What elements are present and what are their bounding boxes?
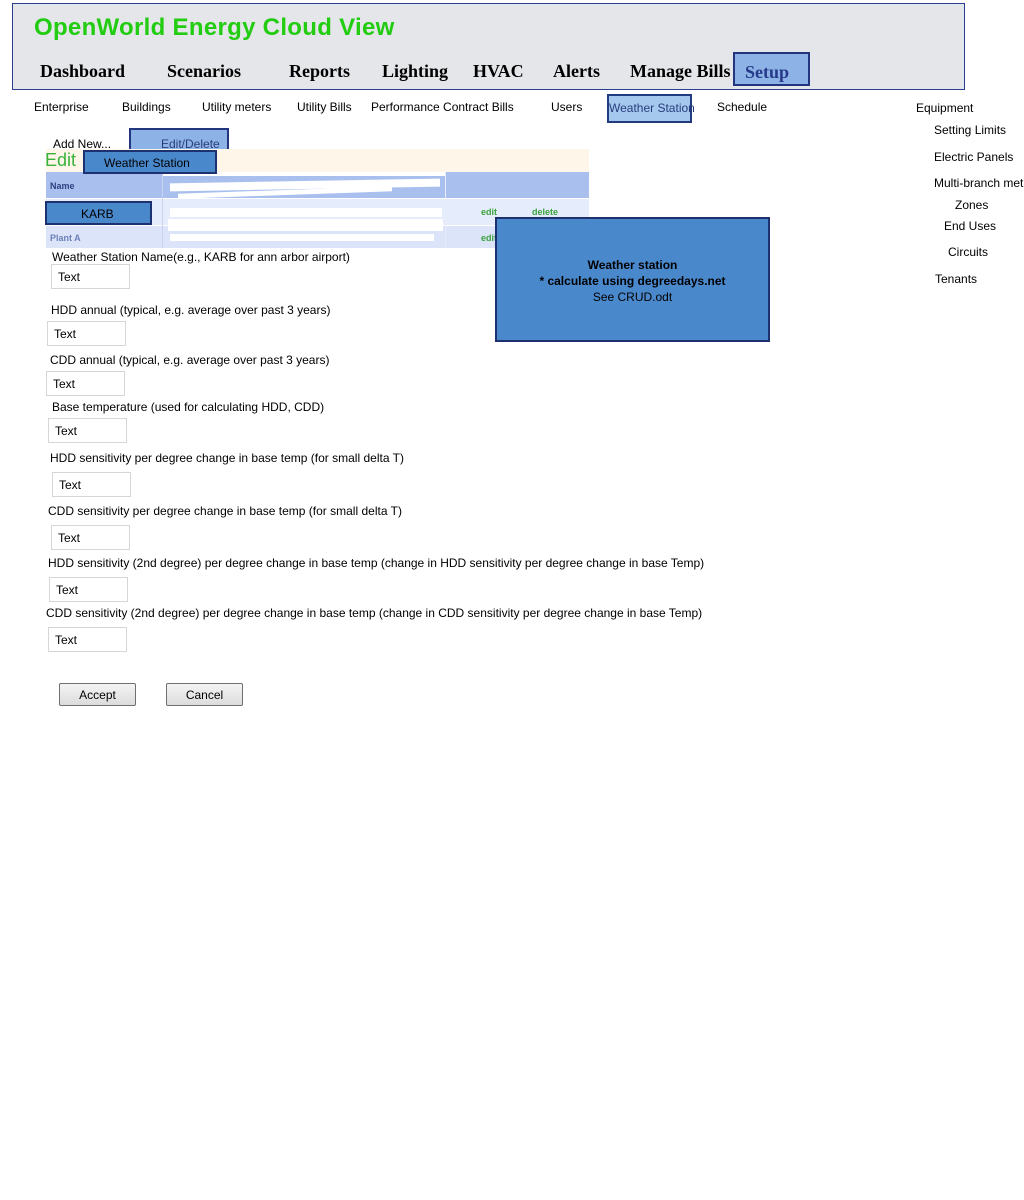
nav-setup[interactable]: Setup xyxy=(733,52,810,86)
edit-heading: Edit xyxy=(45,150,77,170)
base-temp-input[interactable] xyxy=(48,418,127,443)
subnav-users[interactable]: Users xyxy=(551,100,582,114)
side-item-end-uses[interactable]: End Uses xyxy=(944,219,996,233)
subnav-enterprise[interactable]: Enterprise xyxy=(34,100,89,114)
hdd-sensitivity-2nd-input[interactable] xyxy=(49,577,128,602)
grid-column-divider xyxy=(445,172,446,248)
nav-setup-label: Setup xyxy=(745,62,790,82)
cdd-sensitivity-2nd-input[interactable] xyxy=(48,627,127,652)
side-item-equipment[interactable]: Equipment xyxy=(916,101,973,115)
weather-station-chip: Weather Station xyxy=(83,150,217,174)
cdd-annual-input[interactable] xyxy=(46,371,125,396)
nav-hvac[interactable]: HVAC xyxy=(473,61,524,82)
note-line: * calculate using degreedays.net xyxy=(539,274,726,288)
row-edit-link[interactable]: edit xyxy=(481,207,497,217)
note-title: Weather station xyxy=(587,258,678,272)
nav-scenarios[interactable]: Scenarios xyxy=(167,61,241,82)
karb-chip-label: KARB xyxy=(81,207,114,221)
cdd-sensitivity-input[interactable] xyxy=(51,525,130,550)
redaction-mark xyxy=(170,234,434,241)
side-item-multi-branch[interactable]: Multi-branch met xyxy=(934,176,1023,190)
station-name-input[interactable] xyxy=(51,264,130,289)
cdd-sensitivity-2nd-label: CDD sensitivity (2nd degree) per degree … xyxy=(46,606,703,620)
side-item-zones[interactable]: Zones xyxy=(955,198,988,212)
weather-station-note: Weather station * calculate using degree… xyxy=(495,217,770,342)
nav-dashboard[interactable]: Dashboard xyxy=(40,61,125,82)
cdd-sensitivity-label: CDD sensitivity per degree change in bas… xyxy=(48,504,402,518)
subnav-weather-station[interactable]: Weather Station xyxy=(607,94,695,123)
subnav-utility-meters[interactable]: Utility meters xyxy=(202,100,271,114)
nav-reports[interactable]: Reports xyxy=(289,61,350,82)
hdd-sensitivity-2nd-label: HDD sensitivity (2nd degree) per degree … xyxy=(48,556,705,570)
accept-button[interactable]: Accept xyxy=(59,683,136,706)
subnav-schedule[interactable]: Schedule xyxy=(717,100,767,114)
subnav-utility-bills[interactable]: Utility Bills xyxy=(297,100,352,114)
weather-station-chip-label: Weather Station xyxy=(104,156,190,170)
nav-lighting[interactable]: Lighting xyxy=(382,61,448,82)
base-temp-label: Base temperature (used for calculating H… xyxy=(52,400,325,414)
side-item-circuits[interactable]: Circuits xyxy=(948,245,988,259)
hdd-sensitivity-label: HDD sensitivity per degree change in bas… xyxy=(50,451,404,465)
cdd-annual-label: CDD annual (typical, e.g. average over p… xyxy=(50,353,330,367)
hdd-annual-label: HDD annual (typical, e.g. average over p… xyxy=(51,303,331,317)
station-name-label: Weather Station Name(e.g., KARB for ann … xyxy=(52,250,350,264)
redaction-mark xyxy=(168,219,443,231)
cancel-button[interactable]: Cancel xyxy=(166,683,243,706)
row-delete-link[interactable]: delete xyxy=(532,207,558,217)
side-item-setting-limits[interactable]: Setting Limits xyxy=(934,123,1006,137)
nav-manage-bills[interactable]: Manage Bills xyxy=(630,61,731,82)
grid-header-name: Name xyxy=(50,181,75,191)
karb-chip[interactable]: KARB xyxy=(45,201,152,225)
side-item-tenants[interactable]: Tenants xyxy=(935,272,977,286)
app-title: OpenWorld Energy Cloud View xyxy=(34,14,395,41)
grid-column-divider xyxy=(162,172,163,248)
subnav-weather-station-label: Weather Station xyxy=(609,101,695,115)
hdd-sensitivity-input[interactable] xyxy=(52,472,131,497)
side-item-electric-panels[interactable]: Electric Panels xyxy=(934,150,1013,164)
note-line: See CRUD.odt xyxy=(592,290,673,304)
row-name: Plant A xyxy=(50,233,81,243)
subnav-performance-contract-bills[interactable]: Performance Contract Bills xyxy=(371,100,514,114)
hdd-annual-input[interactable] xyxy=(47,321,126,346)
redaction-mark xyxy=(170,208,442,217)
nav-alerts[interactable]: Alerts xyxy=(553,61,600,82)
subnav-buildings[interactable]: Buildings xyxy=(122,100,171,114)
